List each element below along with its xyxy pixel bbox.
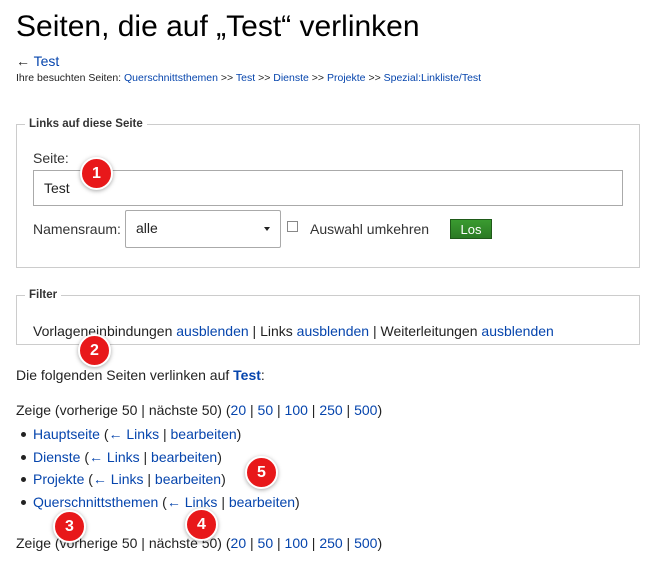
filter-links-label: Links [260,323,293,339]
annotation-badge-3: 3 [53,510,86,543]
pagination-suffix: ) [377,402,383,418]
namespace-select[interactable]: alle [125,210,281,248]
filter-fieldset: Filter Vorlageneinbindungen ausblenden |… [16,289,640,345]
invert-selection-label: Auswahl umkehren [310,221,430,237]
result-edit-link[interactable]: bearbeiten [229,494,295,510]
result-edit-link[interactable]: bearbeiten [171,426,237,442]
filter-separator: | [252,323,257,339]
limit-250-link[interactable]: 250 [319,402,342,418]
back-link-row: ← Test [16,53,59,69]
breadcrumb-label: Ihre besuchten Seiten: [16,72,122,84]
bullet-icon [21,477,26,483]
annotation-badge-5: 5 [245,456,278,489]
hide-links-link[interactable]: ausblenden [297,323,369,339]
limit-250-link[interactable]: 250 [319,535,342,551]
result-edit-link[interactable]: bearbeiten [151,449,217,465]
results-intro-colon: : [260,367,265,383]
breadcrumb-item-test[interactable]: Test [236,72,255,84]
hide-redirects-link[interactable]: ausblenden [481,323,553,339]
filter-legend: Filter [29,289,58,301]
results-intro-text: Die folgenden Seiten verlinken auf [16,367,230,383]
result-link-projekte[interactable]: Projekte [33,471,84,487]
limit-20-link[interactable]: 20 [231,402,247,418]
limit-50-link[interactable]: 50 [258,402,274,418]
limit-100-link[interactable]: 100 [285,402,308,418]
limit-500-link[interactable]: 500 [354,402,377,418]
namespace-selected-value: alle [136,220,158,236]
links-form-legend: Links auf diese Seite [29,118,143,130]
pagination-top: Zeige (vorherige 50 | nächste 50) (20 | … [16,402,383,418]
filter-separator: | [372,323,377,339]
breadcrumb: Ihre besuchten Seiten: Querschnittstheme… [16,72,481,84]
limit-20-link[interactable]: 20 [231,535,247,551]
bullet-icon [21,500,26,506]
go-button[interactable]: Los [450,219,492,239]
results-target-link[interactable]: Test [233,367,261,383]
result-link-hauptseite[interactable]: Hauptseite [33,426,100,442]
namespace-label: Namensraum: [33,221,121,237]
result-links-link[interactable]: ← Links [89,449,140,465]
page-input[interactable] [33,170,623,206]
breadcrumb-item-linkliste[interactable]: Spezial:Linkliste/Test [384,72,481,84]
pagination-prefix: Zeige (vorherige 50 | nächste 50) ( [16,402,231,418]
filter-options: Vorlageneinbindungen ausblenden | Links … [33,323,554,339]
limit-500-link[interactable]: 500 [354,535,377,551]
annotation-badge-4: 4 [185,508,218,541]
result-links-link[interactable]: ← Links [109,426,160,442]
filter-redirects-label: Weiterleitungen [380,323,478,339]
back-link-test[interactable]: Test [34,53,60,69]
annotation-badge-1: 1 [80,157,113,190]
breadcrumb-separator: >> [258,72,271,84]
back-arrow-icon: ← [16,53,30,69]
list-item: Hauptseite (← Links | bearbeiten) [16,425,300,448]
breadcrumb-separator: >> [311,72,325,84]
page-field-label: Seite: [33,150,69,166]
annotation-badge-2: 2 [78,334,111,367]
limit-50-link[interactable]: 50 [258,535,274,551]
chevron-down-icon [264,227,270,231]
bullet-icon [21,454,26,460]
links-form-fieldset: Links auf diese Seite Seite: Namensraum:… [16,118,640,268]
result-edit-link[interactable]: bearbeiten [155,471,221,487]
pagination-suffix: ) [377,535,383,551]
breadcrumb-separator: >> [220,72,234,84]
bullet-icon [21,432,26,437]
breadcrumb-item-querschnittsthemen[interactable]: Querschnittsthemen [124,72,218,84]
invert-selection-checkbox[interactable] [287,221,298,232]
breadcrumb-separator: >> [368,72,381,84]
result-links-link[interactable]: ← Links [93,471,144,487]
breadcrumb-item-dienste[interactable]: Dienste [273,72,309,84]
result-link-dienste[interactable]: Dienste [33,449,80,465]
limit-100-link[interactable]: 100 [285,535,308,551]
results-intro: Die folgenden Seiten verlinken auf Test: [16,367,265,383]
result-links-link[interactable]: ← Links [167,494,218,510]
result-link-querschnittsthemen[interactable]: Querschnittsthemen [33,494,158,510]
page-title: Seiten, die auf „Test“ verlinken [16,10,420,43]
hide-templates-link[interactable]: ausblenden [176,323,248,339]
breadcrumb-item-projekte[interactable]: Projekte [327,72,366,84]
